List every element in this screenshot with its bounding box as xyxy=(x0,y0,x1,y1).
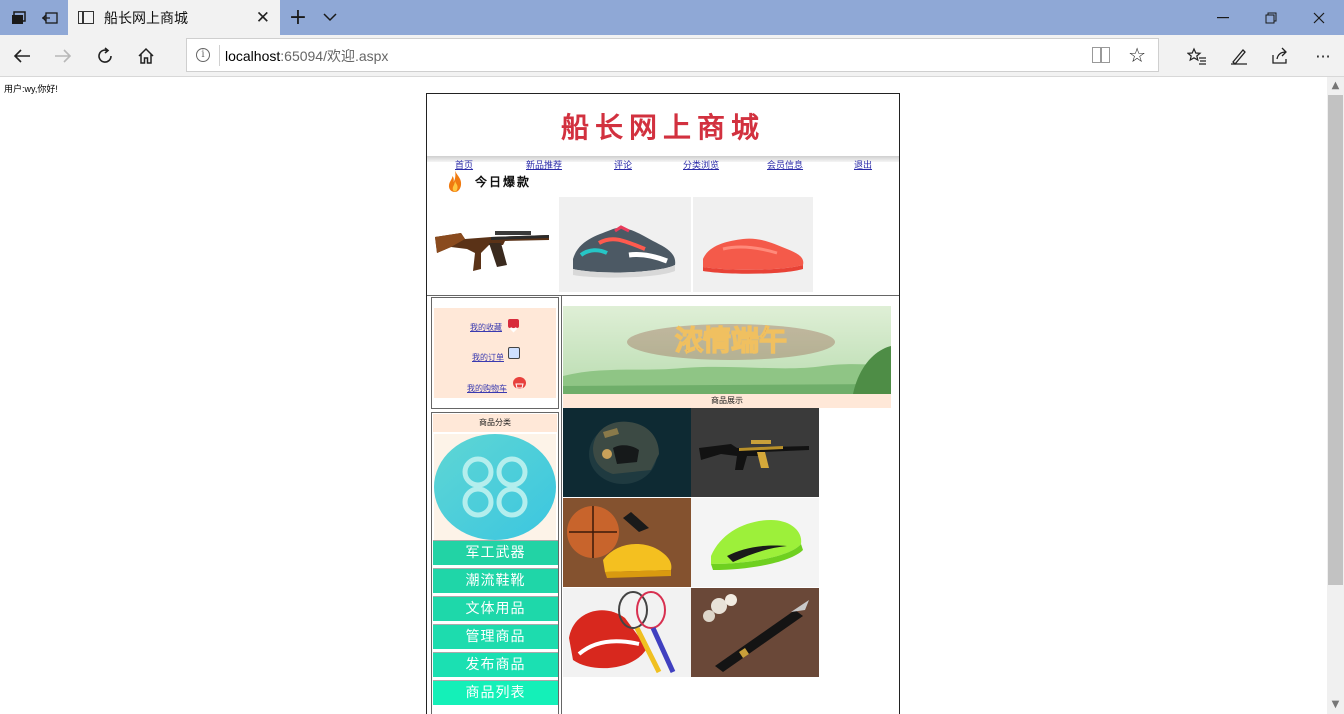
rifle-product-image[interactable] xyxy=(431,197,555,292)
set-tabs-aside-icon[interactable] xyxy=(38,0,62,35)
close-tab-icon[interactable]: ✕ xyxy=(256,8,270,28)
browser-address-bar: i localhost:65094/欢迎.aspx ☆ ··· xyxy=(0,35,1344,77)
order-book-icon xyxy=(508,347,520,359)
user-greeting: 用户:wy,你好! xyxy=(4,84,58,94)
favorites-list-icon[interactable] xyxy=(1182,42,1212,70)
promo-title: 浓情端午 xyxy=(675,324,787,357)
pen-notes-icon[interactable] xyxy=(1224,42,1254,70)
product-neon-sneaker-image[interactable] xyxy=(691,498,819,587)
section-divider xyxy=(427,295,899,296)
category-panel: 商品分类 军工武器 潮流鞋靴 文体用品 管理商品 发布商品 商品列表 xyxy=(431,412,559,714)
category-header: 商品分类 xyxy=(433,414,557,432)
divider xyxy=(219,45,220,66)
heart-icon xyxy=(508,319,519,333)
category-logo-icon xyxy=(434,434,556,540)
close-window-icon[interactable] xyxy=(1304,0,1334,35)
tab-title: 船长网上商城 xyxy=(104,10,188,27)
hot-items-heading: 今日爆款 xyxy=(447,170,531,192)
page-icon xyxy=(78,11,94,24)
url-text[interactable]: localhost:65094/欢迎.aspx xyxy=(225,46,388,66)
promo-banner[interactable]: 浓情端午 xyxy=(563,306,891,394)
site-info-icon[interactable]: i xyxy=(196,48,210,62)
product-helmet-image[interactable] xyxy=(563,408,691,497)
nav-category-browse-link[interactable]: 分类浏览 xyxy=(683,158,719,171)
new-tab-icon[interactable]: + xyxy=(286,0,310,35)
account-links-panel: 我的收藏 我的订单 我的购物车 xyxy=(431,297,559,409)
category-military-button[interactable]: 军工武器 xyxy=(433,540,558,565)
more-options-icon[interactable]: ··· xyxy=(1308,42,1338,70)
category-sports-button[interactable]: 文体用品 xyxy=(433,596,558,621)
active-tab[interactable]: 船长网上商城 ✕ xyxy=(68,0,280,35)
tab-list-chevron-icon[interactable] xyxy=(318,0,342,35)
page-viewport: 用户:wy,你好! 船长网上商城 首页 新品推荐 评论 分类浏览 会员信息 退出… xyxy=(0,77,1327,714)
cart-icon xyxy=(513,377,526,389)
home-icon[interactable] xyxy=(131,42,161,70)
back-arrow-icon[interactable] xyxy=(7,42,37,70)
vertical-scrollbar[interactable]: ▲ ▼ xyxy=(1327,77,1344,714)
restore-icon[interactable] xyxy=(1256,0,1286,35)
product-basketball-shoe-image[interactable] xyxy=(563,498,691,587)
account-links-background: 我的收藏 我的订单 我的购物车 xyxy=(434,308,556,398)
url-path: :65094/欢迎.aspx xyxy=(280,48,389,64)
nav-member-info-link[interactable]: 会员信息 xyxy=(767,158,803,171)
url-host: localhost xyxy=(225,48,281,64)
hot-items-title: 今日爆款 xyxy=(475,174,532,189)
fire-icon xyxy=(448,170,462,192)
sneaker-coral-image[interactable] xyxy=(693,197,813,292)
scroll-up-icon[interactable]: ▲ xyxy=(1327,78,1344,94)
site-banner: 船长网上商城 xyxy=(427,94,899,160)
forward-arrow-icon[interactable] xyxy=(48,42,78,70)
product-badminton-image[interactable] xyxy=(563,588,691,677)
nav-new-arrivals-link[interactable]: 新品推荐 xyxy=(526,158,562,171)
scroll-down-icon[interactable]: ▼ xyxy=(1327,697,1344,713)
showcase-caption: 商品展示 xyxy=(563,394,891,408)
product-fountain-pen-image[interactable] xyxy=(691,588,819,677)
address-field[interactable]: i localhost:65094/欢迎.aspx ☆ xyxy=(186,38,1159,72)
minimize-icon[interactable] xyxy=(1208,0,1238,35)
my-favorites-link[interactable]: 我的收藏 xyxy=(470,322,502,333)
category-shoes-button[interactable]: 潮流鞋靴 xyxy=(433,568,558,593)
publish-product-button[interactable]: 发布商品 xyxy=(433,652,558,677)
sneaker-multicolor-image[interactable] xyxy=(559,197,691,292)
column-divider xyxy=(561,296,562,714)
reading-view-icon[interactable] xyxy=(1092,47,1110,63)
refresh-icon[interactable] xyxy=(90,42,120,70)
nav-logout-link[interactable]: 退出 xyxy=(854,158,872,171)
scrollbar-thumb[interactable] xyxy=(1328,95,1343,585)
nav-comments-link[interactable]: 评论 xyxy=(614,158,632,171)
product-list-button[interactable]: 商品列表 xyxy=(433,680,558,705)
site-logo: 船长网上商城 xyxy=(560,111,765,144)
manage-products-button[interactable]: 管理商品 xyxy=(433,624,558,649)
my-cart-link[interactable]: 我的购物车 xyxy=(467,383,507,394)
shop-frame: 船长网上商城 首页 新品推荐 评论 分类浏览 会员信息 退出 今日爆款 我的收藏… xyxy=(426,93,900,714)
tab-actions-icon[interactable] xyxy=(6,0,30,35)
favorite-star-icon[interactable]: ☆ xyxy=(1128,43,1146,67)
share-icon[interactable] xyxy=(1265,42,1295,70)
product-rifle-black-image[interactable] xyxy=(691,408,819,497)
browser-tab-bar: 船长网上商城 ✕ + xyxy=(0,0,1344,35)
my-orders-link[interactable]: 我的订单 xyxy=(472,352,504,363)
